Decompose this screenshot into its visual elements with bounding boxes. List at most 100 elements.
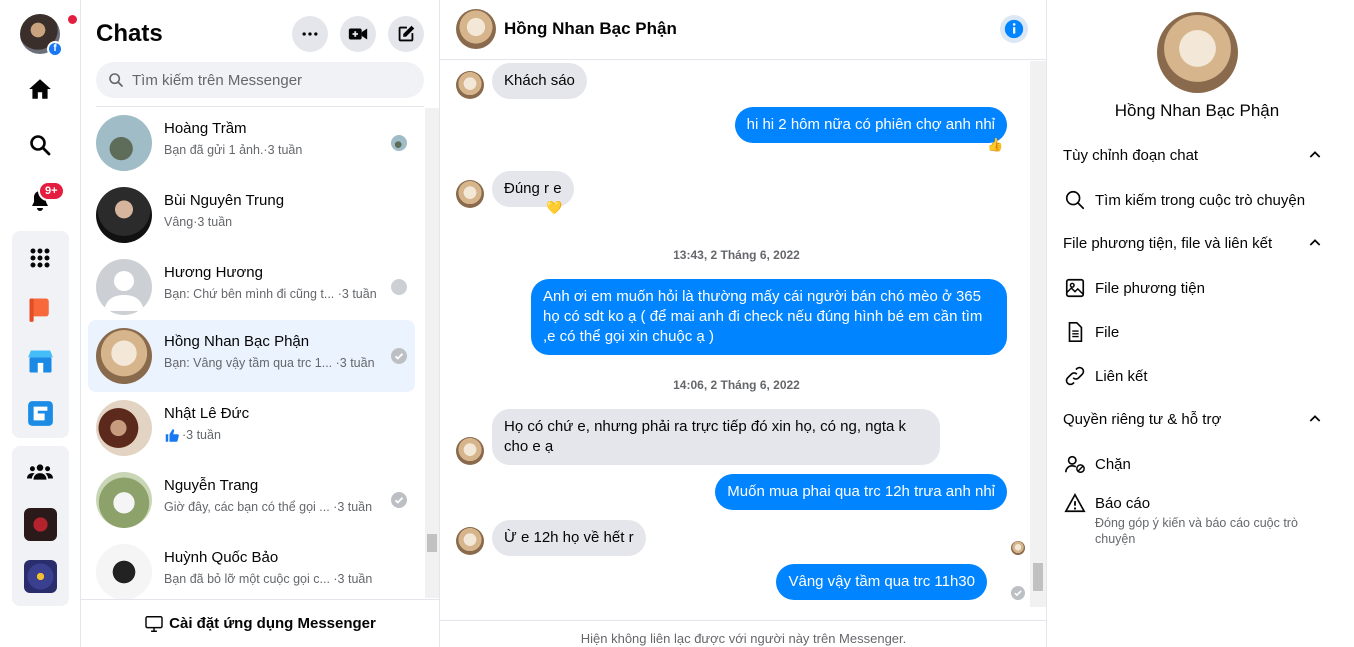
- media-files-item[interactable]: File phương tiện: [1063, 276, 1205, 300]
- conversation-item[interactable]: Nhật Lê Đức ·3 tuần: [88, 392, 415, 464]
- timestamp: 14:06, 2 Tháng 6, 2022: [673, 378, 800, 392]
- conversation-item[interactable]: Bùi Nguyên Trung Vâng·3 tuần: [88, 179, 415, 251]
- conversation-item[interactable]: Huỳnh Quốc Bảo Bạn đã bỏ lỡ một cuộc gọi…: [88, 536, 415, 599]
- sent-check-icon: [1011, 586, 1025, 600]
- search-bar[interactable]: [96, 62, 424, 98]
- files-label: File: [1095, 323, 1120, 341]
- chevron-up-icon[interactable]: [1307, 411, 1323, 427]
- chevron-up-icon[interactable]: [1307, 147, 1323, 163]
- video-plus-icon: [348, 28, 368, 40]
- report-label: Báo cáo: [1095, 494, 1151, 512]
- marketplace-icon[interactable]: [24, 345, 57, 378]
- avatar: [96, 400, 152, 456]
- search-icon[interactable]: [22, 127, 58, 163]
- conversation-title[interactable]: Hồng Nhan Bạc Phận: [504, 19, 677, 39]
- contact-name: Nguyễn Trang: [164, 477, 259, 494]
- info-icon: [1004, 19, 1024, 39]
- avatar: [96, 328, 152, 384]
- details-pane: Hồng Nhan Bạc Phận Tùy chỉnh đoạn chat T…: [1047, 0, 1354, 647]
- header-avatar[interactable]: [456, 9, 496, 49]
- scrollbar-thumb[interactable]: [1033, 563, 1043, 591]
- profile-name: Hồng Nhan Bạc Phận: [1114, 101, 1280, 120]
- search-icon: [1063, 188, 1087, 212]
- outgoing-message[interactable]: hi hi 2 hôm nữa có phiên chợ anh nhỉ: [734, 107, 1007, 143]
- avatar: [96, 472, 152, 528]
- notification-badge: 9+: [38, 181, 65, 201]
- link-icon: [1063, 364, 1087, 388]
- search-input[interactable]: [132, 71, 412, 89]
- gaming-icon[interactable]: [24, 397, 57, 430]
- outgoing-message[interactable]: Anh ơi em muốn hỏi là thường mấy cái ngư…: [531, 279, 1007, 355]
- conversation-item[interactable]: Hương Hương Bạn: Chứ bên mình đi cũng t.…: [88, 251, 415, 323]
- warning-icon: [1063, 491, 1087, 515]
- search-icon: [109, 73, 123, 87]
- profile-avatar[interactable]: f: [20, 14, 63, 57]
- contact-name: Huỳnh Quốc Bảo: [164, 549, 279, 566]
- unavailable-notice: Hiện không liên lạc được với người này t…: [440, 620, 1047, 647]
- default-avatar-icon: [104, 271, 144, 311]
- apps-group: [12, 231, 69, 438]
- chevron-up-icon[interactable]: [1307, 235, 1323, 251]
- conversation-item[interactable]: Nguyễn Trang Giờ đây, các bạn có thể gọi…: [88, 464, 415, 536]
- shortcut-group-1[interactable]: [24, 508, 57, 541]
- install-messenger-button[interactable]: Cài đặt ứng dụng Messenger: [81, 599, 440, 647]
- conversation-item-active[interactable]: Hồng Nhan Bạc Phận Bạn: Vâng vậy tầm qua…: [88, 320, 415, 392]
- chat-list-pane: Chats Hoàng Trầm Bạn đã gửi 1 ảnh.·3 tuầ…: [81, 0, 440, 647]
- profile-avatar-large[interactable]: [1157, 12, 1238, 93]
- section-customize[interactable]: Tùy chỉnh đoạn chat: [1063, 147, 1198, 164]
- sender-avatar: [456, 180, 484, 208]
- conversation-item[interactable]: Hoàng Trầm Bạn đã gửi 1 ảnh.·3 tuần: [88, 107, 415, 179]
- pages-flag-icon[interactable]: [24, 293, 57, 326]
- block-item[interactable]: Chặn: [1063, 452, 1131, 476]
- home-icon[interactable]: [22, 71, 58, 107]
- thread-scrollbar[interactable]: [1030, 61, 1046, 607]
- scrollbar-thumb[interactable]: [427, 534, 437, 552]
- messenger-app: f 9+ Chats Tìm kiếm trên Messenger Hoàng…: [0, 0, 1354, 647]
- message-preview: Bạn: Chứ bên mình đi cũng t... ·3 tuần: [164, 287, 377, 301]
- shortcuts-group: [12, 446, 69, 606]
- sender-avatar: [456, 527, 484, 555]
- contact-name: Nhật Lê Đức: [164, 405, 250, 422]
- groups-icon[interactable]: [22, 454, 58, 490]
- block-user-icon: [1063, 452, 1087, 476]
- report-item[interactable]: Báo cáo: [1063, 491, 1150, 515]
- timestamp: 13:43, 2 Tháng 6, 2022: [673, 248, 800, 262]
- sender-avatar: [456, 71, 484, 99]
- conversation-header: Hồng Nhan Bạc Phận: [440, 0, 1047, 60]
- unread-dot: [68, 15, 77, 24]
- avatar: [96, 259, 152, 315]
- menu-grid-icon[interactable]: [22, 240, 58, 276]
- new-video-call-button[interactable]: [340, 16, 376, 52]
- conversation-pane: Hồng Nhan Bạc Phận Khách sáo hi hi 2 hôm…: [440, 0, 1047, 647]
- info-button[interactable]: [1000, 15, 1028, 43]
- sent-check-icon: [391, 348, 407, 364]
- reaction-heart[interactable]: 💛: [546, 200, 562, 216]
- shortcut-group-2[interactable]: [24, 560, 57, 593]
- incoming-message[interactable]: Ừ e 12h họ về hết r: [492, 520, 646, 556]
- search-in-conversation[interactable]: Tìm kiếm trong cuộc trò chuyện: [1063, 188, 1305, 212]
- incoming-message[interactable]: Khách sáo: [492, 63, 587, 99]
- seen-avatar-icon: [391, 135, 407, 151]
- contact-name: Hương Hương: [164, 264, 263, 281]
- conversation-list: Hoàng Trầm Bạn đã gửi 1 ảnh.·3 tuần Bùi …: [88, 107, 416, 599]
- outgoing-message[interactable]: Muốn mua phai qua trc 12h trưa anh nhỉ: [715, 474, 1007, 510]
- reaction-like[interactable]: 👍: [987, 137, 1003, 153]
- avatar: [96, 544, 152, 599]
- section-privacy[interactable]: Quyền riêng tư & hỗ trợ: [1063, 411, 1221, 428]
- block-label: Chặn: [1095, 455, 1131, 473]
- links-label: Liên kết: [1095, 367, 1148, 385]
- seen-avatar-icon: [1011, 541, 1025, 555]
- files-item[interactable]: File: [1063, 320, 1119, 344]
- outgoing-message[interactable]: Vâng vậy tầm qua trc 11h30: [776, 564, 987, 600]
- seen-avatar-icon: [391, 279, 407, 295]
- new-message-button[interactable]: [388, 16, 424, 52]
- avatar: [96, 187, 152, 243]
- links-item[interactable]: Liên kết: [1063, 364, 1148, 388]
- more-options-button[interactable]: [292, 16, 328, 52]
- incoming-message[interactable]: Họ có chứ e, nhưng phải ra trực tiếp đó …: [492, 409, 940, 465]
- media-files-label: File phương tiện: [1095, 279, 1205, 297]
- contact-name: Hoàng Trầm: [164, 120, 247, 137]
- chat-list-scrollbar[interactable]: [425, 108, 439, 598]
- section-media[interactable]: File phương tiện, file và liên kết: [1063, 235, 1272, 252]
- message-thread: Khách sáo hi hi 2 hôm nữa có phiên chợ a…: [440, 61, 1033, 607]
